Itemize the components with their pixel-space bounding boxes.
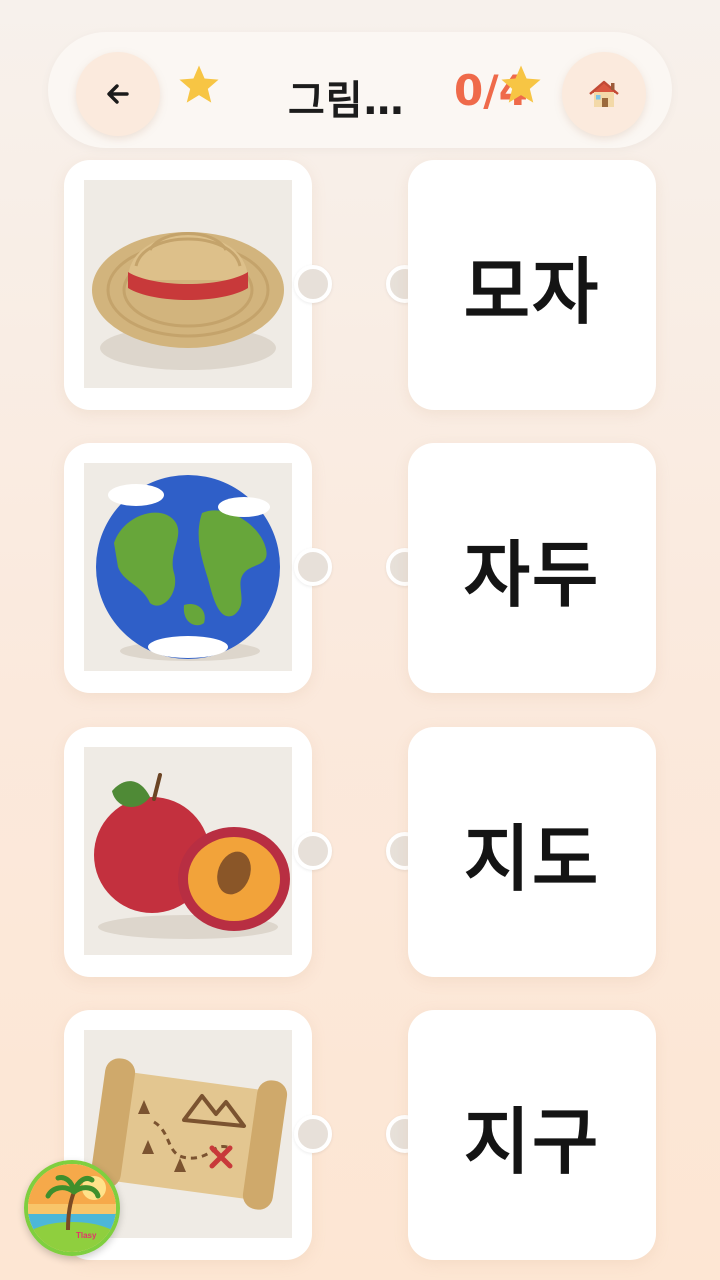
- word-card[interactable]: 지도: [408, 727, 656, 977]
- star-icon: [501, 65, 541, 103]
- logo-text: Tlasy: [76, 1231, 97, 1240]
- word-card[interactable]: 자두: [408, 443, 656, 693]
- connector-dot-left[interactable]: [294, 1115, 332, 1153]
- picture-card-globe[interactable]: [64, 443, 312, 693]
- felt-plum-image: [84, 747, 292, 955]
- connector-dot-left[interactable]: [294, 832, 332, 870]
- word-card[interactable]: 지구: [408, 1010, 656, 1260]
- star-icon: [179, 65, 219, 103]
- picture-card-hat[interactable]: [64, 160, 312, 410]
- felt-straw-hat-image: [84, 180, 292, 388]
- page-title: 그림…: [288, 78, 405, 124]
- word-card[interactable]: 모자: [408, 160, 656, 410]
- house-icon: [589, 80, 619, 107]
- back-button[interactable]: [76, 52, 160, 136]
- connector-dot-left[interactable]: [294, 548, 332, 586]
- felt-globe-image: [84, 463, 292, 671]
- island-logo-icon[interactable]: Tlasy: [24, 1160, 120, 1256]
- arrow-left-icon: [107, 84, 129, 104]
- connector-dot-left[interactable]: [294, 265, 332, 303]
- top-bar: 그림… 0/4: [48, 32, 672, 148]
- picture-card-plum[interactable]: [64, 727, 312, 977]
- home-button[interactable]: [562, 52, 646, 136]
